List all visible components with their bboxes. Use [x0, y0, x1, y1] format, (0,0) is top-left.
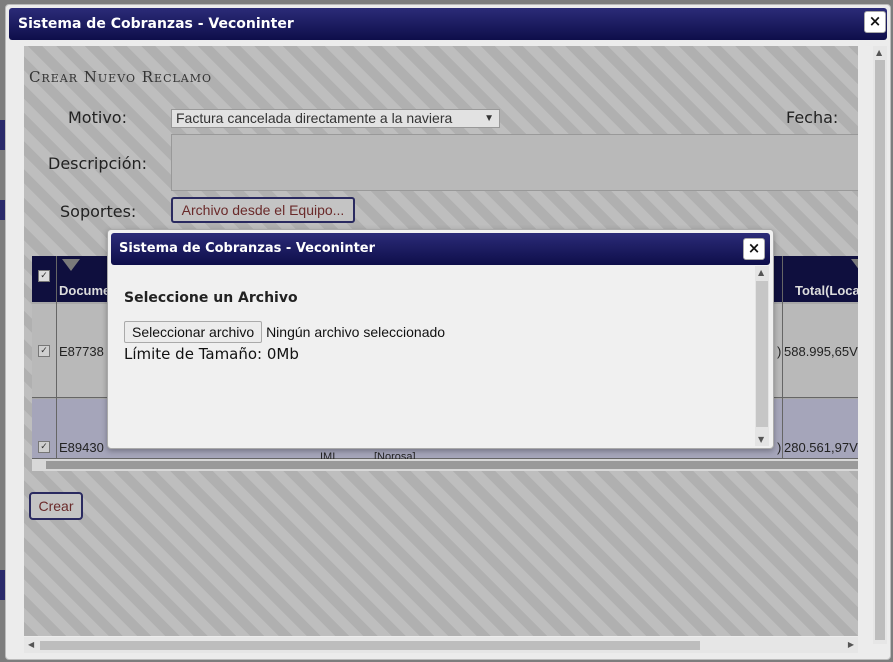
- motivo-label: Motivo:: [68, 108, 127, 127]
- select-all-checkbox[interactable]: ✓: [38, 270, 50, 282]
- row-total: 280.561,97VE: [784, 440, 858, 455]
- scroll-right-icon[interactable]: ▶: [848, 640, 854, 649]
- chevron-down-icon: ▼: [484, 113, 494, 124]
- descripcion-label: Descripción:: [48, 154, 148, 173]
- soportes-label: Soportes:: [60, 202, 137, 221]
- motivo-select[interactable]: Factura cancelada directamente a la navi…: [171, 109, 500, 128]
- crear-button[interactable]: Crear: [29, 492, 83, 520]
- modal-scroll-thumb[interactable]: [756, 281, 768, 427]
- row-document: E87738: [59, 344, 104, 359]
- filter-icon[interactable]: [62, 259, 80, 271]
- grid-scroll-thumb[interactable]: [46, 461, 858, 469]
- archivo-equipo-button[interactable]: Archivo desde el Equipo...: [171, 197, 355, 223]
- file-input[interactable]: Seleccionar archivo Ningún archivo selec…: [124, 321, 524, 343]
- scroll-up-icon[interactable]: ▲: [876, 48, 882, 57]
- grid-horizontal-scrollbar[interactable]: [32, 459, 858, 471]
- scroll-left-icon[interactable]: ◀: [28, 640, 34, 649]
- file-status: Ningún archivo seleccionado: [266, 324, 446, 340]
- fecha-label: Fecha:: [786, 108, 839, 127]
- row-checkbox[interactable]: ✓: [38, 345, 50, 357]
- outer-hscroll-thumb[interactable]: [40, 641, 700, 650]
- filter-icon[interactable]: [851, 259, 858, 271]
- outer-vertical-scrollbar[interactable]: ▲: [873, 46, 887, 644]
- grid-divider: [782, 256, 783, 459]
- row-partial: ): [777, 344, 782, 359]
- close-icon[interactable]: ×: [864, 11, 886, 33]
- outer-horizontal-scrollbar[interactable]: ◀ ▶: [24, 637, 858, 653]
- size-limit-text: Límite de Tamaño: 0Mb: [124, 345, 299, 363]
- descripcion-textarea[interactable]: [171, 134, 858, 191]
- row-total: 588.995,65VE: [784, 344, 858, 359]
- modal-heading: Seleccione un Archivo: [124, 290, 298, 306]
- modal-title: Sistema de Cobranzas - Veconinter: [111, 233, 770, 265]
- modal-body: Seleccione un Archivo Seleccionar archiv…: [124, 290, 445, 363]
- row-partial: ): [777, 440, 782, 455]
- row-document: E89430: [59, 440, 104, 455]
- scroll-down-icon[interactable]: ▼: [758, 435, 764, 444]
- form-heading: Crear Nuevo Reclamo: [29, 68, 213, 86]
- row-checkbox[interactable]: ✓: [38, 441, 50, 453]
- select-file-button[interactable]: Seleccionar archivo: [124, 321, 263, 343]
- close-icon[interactable]: ×: [743, 238, 765, 260]
- modal-vertical-scrollbar[interactable]: ▲ ▼: [755, 266, 769, 446]
- file-select-modal: Sistema de Cobranzas - Veconinter × Sele…: [107, 229, 774, 449]
- outer-scroll-thumb[interactable]: [875, 60, 885, 640]
- column-total-local[interactable]: Total(Loca: [795, 283, 858, 298]
- grid-divider: [56, 256, 57, 459]
- scroll-up-icon[interactable]: ▲: [758, 268, 764, 277]
- outer-dialog-title: Sistema de Cobranzas - Veconinter: [9, 8, 887, 40]
- motivo-value: Factura cancelada directamente a la navi…: [176, 110, 453, 126]
